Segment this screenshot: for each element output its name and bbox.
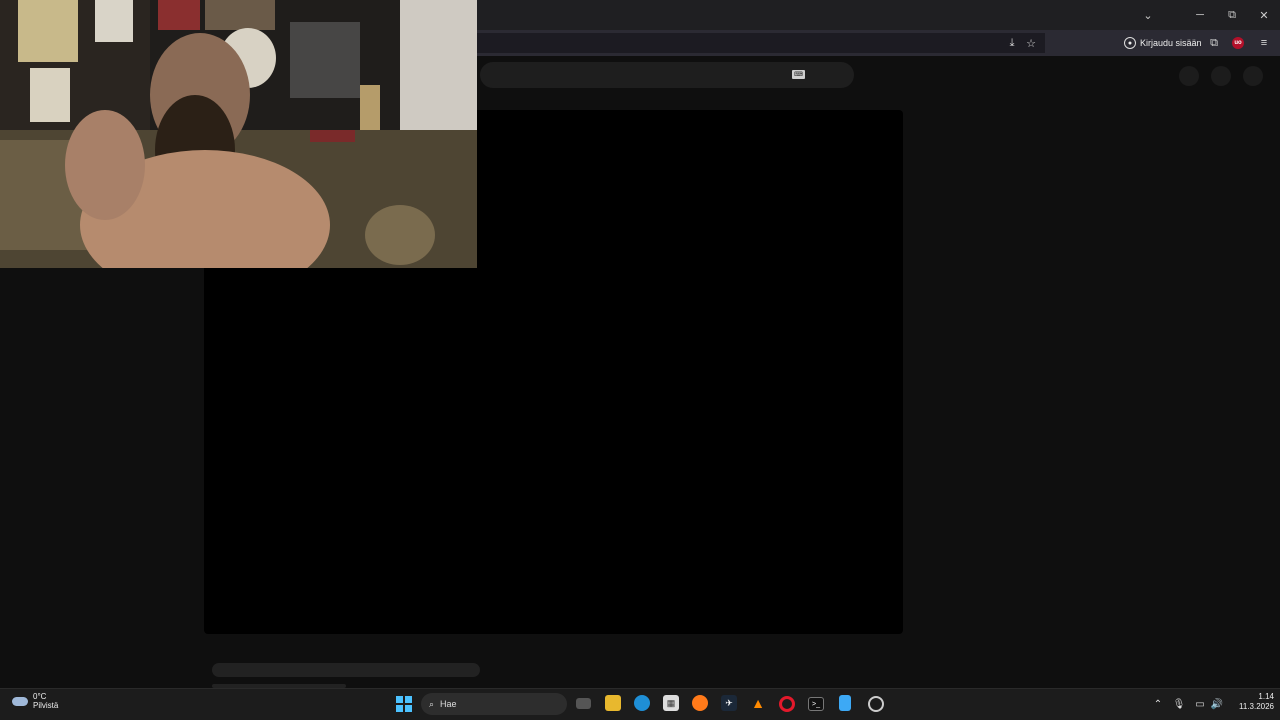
chevron-up-icon[interactable]: ⌃ <box>1152 696 1164 712</box>
account-icon: ● <box>1124 37 1136 49</box>
microphone-icon[interactable]: 🎙 <box>1173 696 1186 712</box>
keyboard-icon[interactable]: ⌨ <box>792 70 805 79</box>
menu-icon[interactable]: ≡ <box>1255 35 1273 51</box>
extensions-icon[interactable]: ⧉ <box>1205 35 1223 51</box>
windows-start-icon[interactable] <box>396 696 412 712</box>
save-to-pocket-icon[interactable]: ⤓ <box>1003 35 1021 51</box>
chevron-down-icon[interactable]: ⌄ <box>1136 4 1160 26</box>
store-icon[interactable]: ▦ <box>663 695 679 711</box>
terminal-icon[interactable]: >_ <box>808 697 824 711</box>
header-icon-placeholder[interactable] <box>1179 66 1199 86</box>
webcam-image <box>0 0 477 268</box>
chatgpt-icon[interactable] <box>868 696 884 712</box>
edge-icon[interactable] <box>634 695 650 711</box>
minimize-button[interactable]: ─ <box>1184 0 1216 30</box>
file-explorer-icon[interactable] <box>605 695 621 711</box>
webcam-overlay <box>0 0 477 268</box>
taskbar-clock[interactable]: 1.14 11.3.2026 <box>1226 692 1274 712</box>
steam-icon[interactable]: ✈ <box>721 695 737 711</box>
close-button[interactable]: ✕ <box>1248 0 1280 30</box>
header-icon-placeholder[interactable] <box>1211 66 1231 86</box>
window-controls: ─ ⧉ ✕ <box>1184 0 1280 30</box>
ublock-extension-icon[interactable]: uo <box>1232 37 1244 49</box>
clock-date: 11.3.2026 <box>1239 702 1274 711</box>
network-icon[interactable]: ▭ <box>1193 696 1207 712</box>
restore-button[interactable]: ⧉ <box>1216 0 1248 30</box>
volume-icon[interactable]: 🔊 <box>1210 696 1224 712</box>
weather-widget[interactable]: 0°C Pilvistä <box>12 692 58 710</box>
bookmark-star-icon[interactable]: ☆ <box>1022 35 1040 51</box>
taskbar-search-input[interactable]: ⌕ Hae <box>421 693 567 715</box>
search-icon: ⌕ <box>429 698 435 709</box>
title-skeleton <box>212 663 480 677</box>
signin-label: Kirjaudu sisään <box>1140 38 1202 48</box>
cloud-icon <box>12 696 28 706</box>
firefox-icon[interactable] <box>692 695 708 711</box>
vlc-icon[interactable]: ▲ <box>750 695 766 711</box>
weather-temperature: 0°C <box>33 692 47 701</box>
taskbar-search-placeholder: Hae <box>440 699 457 709</box>
clock-time: 1.14 <box>1258 692 1274 701</box>
signin-button[interactable]: ● Kirjaudu sisään <box>1124 35 1202 51</box>
opera-icon[interactable] <box>779 696 795 712</box>
task-view-icon[interactable] <box>576 698 591 709</box>
avatar[interactable] <box>1243 66 1263 86</box>
weather-condition: Pilvistä <box>33 701 59 710</box>
notepad-icon[interactable] <box>839 695 851 711</box>
